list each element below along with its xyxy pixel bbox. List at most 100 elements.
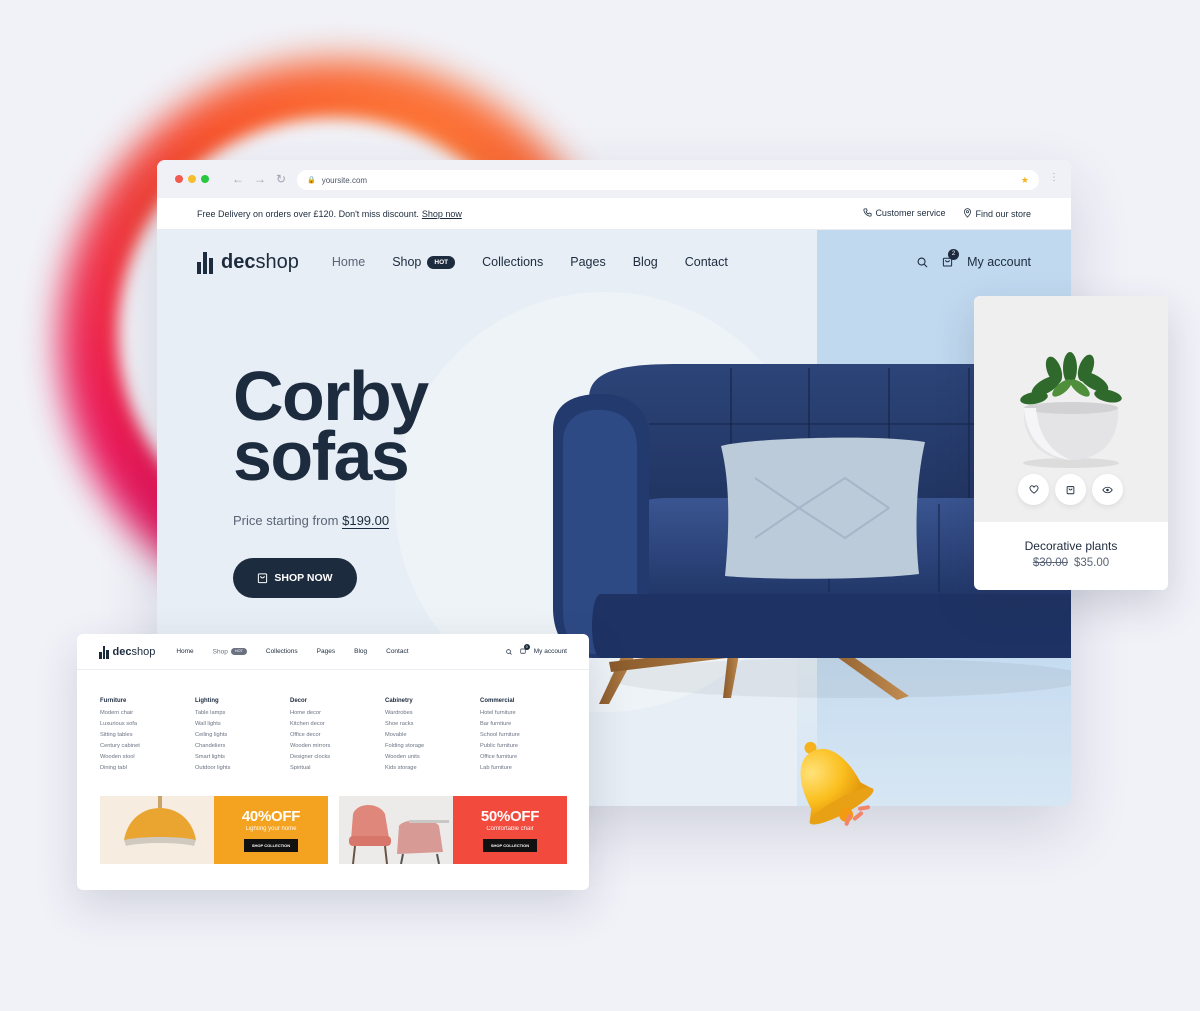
menu-column-decor: Decor Home decor Kitchen decor Office de… [290, 696, 385, 774]
menu-link[interactable]: Century cabinet [100, 741, 195, 752]
menu-link[interactable]: Sitting tables [100, 730, 195, 741]
menu-link[interactable]: Folding storage [385, 741, 480, 752]
shopping-bag-icon [1066, 485, 1075, 494]
menu-link[interactable]: Movable [385, 730, 480, 741]
menu-link[interactable]: Lab furniture [480, 763, 575, 774]
add-to-cart-button[interactable] [1055, 474, 1086, 505]
menu-link[interactable]: Chandeliers [195, 741, 290, 752]
mega-nav-collections[interactable]: Collections [266, 648, 298, 655]
menu-link[interactable]: Designer clocks [290, 752, 385, 763]
mega-cart-button[interactable]: 0 [520, 644, 530, 656]
main-navigation: decshop Home Shop HOT Collections Pages B… [197, 248, 1031, 276]
heart-icon [1028, 485, 1039, 494]
product-old-price: $30.00 [1032, 557, 1068, 569]
menu-link[interactable]: Hotel furniture [480, 708, 575, 719]
promo-headline: 50%OFF [480, 808, 540, 825]
menu-link[interactable]: Table lamps [195, 708, 290, 719]
address-bar[interactable]: 🔒 yoursite.com ★ [297, 170, 1039, 190]
menu-link[interactable]: Wooden units [385, 752, 480, 763]
cart-button[interactable]: 2 [942, 248, 960, 270]
promo-headline: 40%OFF [241, 808, 301, 825]
promo-subtitle: Lighting your home [245, 826, 297, 832]
maximize-window-dot[interactable] [201, 175, 209, 183]
shop-now-link[interactable]: Shop now [422, 209, 462, 219]
menu-link[interactable]: Wall lights [195, 719, 290, 730]
pendant-lamp-image [100, 796, 214, 864]
promo-subtitle: Comfortable chair [486, 826, 534, 832]
menu-link[interactable]: Wooden mirrors [290, 741, 385, 752]
shop-collection-button[interactable]: SHOP COLLECTION [482, 839, 538, 852]
menu-link[interactable]: Spiritual [290, 763, 385, 774]
quick-view-button[interactable] [1092, 474, 1123, 505]
mega-nav-contact[interactable]: Contact [386, 648, 408, 655]
menu-link[interactable]: Kids storage [385, 763, 480, 774]
my-account-link[interactable]: My account [967, 255, 1031, 269]
menu-link[interactable]: School furniture [480, 730, 575, 741]
menu-link[interactable]: Ceiling lights [195, 730, 290, 741]
back-arrow-icon[interactable]: ← [232, 172, 244, 186]
phone-icon [863, 208, 872, 217]
shop-now-button[interactable]: SHOP NOW [233, 558, 357, 598]
customer-service-link[interactable]: Customer service [863, 208, 945, 219]
mega-my-account-link[interactable]: My account [534, 648, 567, 655]
hero-title: Corby sofas [233, 357, 429, 495]
menu-link[interactable]: Modern chair [100, 708, 195, 719]
menu-column-commercial: Commercial Hotel furniture Bar furniture… [480, 696, 575, 774]
chair-illustration [349, 805, 449, 864]
mega-nav-shop[interactable]: Shop HOT [213, 647, 247, 655]
url-text: yoursite.com [321, 175, 368, 185]
menu-link[interactable]: Bar furniture [480, 719, 575, 730]
find-store-link[interactable]: Find our store [963, 208, 1031, 219]
hero-price: Price starting from $199.00 [233, 513, 390, 529]
nav-blog[interactable]: Blog [633, 255, 658, 269]
menu-link[interactable]: Smart lights [195, 752, 290, 763]
product-name: Decorative plants [1024, 539, 1118, 553]
menu-link[interactable]: Shoe racks [385, 719, 480, 730]
menu-link[interactable]: Wardrobes [385, 708, 480, 719]
close-window-dot[interactable] [175, 175, 183, 183]
menu-link[interactable]: Outdoor lights [195, 763, 290, 774]
menu-link[interactable]: Home decor [290, 708, 385, 719]
mega-nav-home[interactable]: Home [176, 648, 193, 655]
product-prices: $30.00 $35.00 [974, 557, 1168, 569]
eye-icon [1102, 486, 1113, 493]
promo-banner-chair[interactable]: 50%OFF Comfortable chair SHOP COLLECTION [339, 796, 567, 864]
menu-link[interactable]: Kitchen decor [290, 719, 385, 730]
notification-bell-icon [800, 741, 874, 826]
search-icon[interactable] [917, 257, 928, 268]
nav-collections[interactable]: Collections [482, 255, 543, 269]
menu-link[interactable]: Public furniture [480, 741, 575, 752]
forward-arrow-icon[interactable]: → [254, 172, 266, 186]
menu-link[interactable]: Office decor [290, 730, 385, 741]
minimize-window-dot[interactable] [188, 175, 196, 183]
menu-link[interactable]: Luxurious sofa [100, 719, 195, 730]
delivery-notice: Free Delivery on orders over £120. Don't… [197, 208, 419, 219]
announcement-bar: Free Delivery on orders over £120. Don't… [157, 198, 1071, 230]
nav-contact[interactable]: Contact [685, 255, 728, 269]
mega-menu-preview: decshop Home Shop HOT Collections Pages B… [77, 634, 589, 890]
location-pin-icon [964, 208, 972, 218]
cart-count-badge: 2 [948, 248, 960, 260]
promo-banner-lighting[interactable]: 40%OFF Lighting your home SHOP COLLECTIO… [100, 796, 328, 864]
nav-pages[interactable]: Pages [570, 255, 605, 269]
site-logo[interactable]: decshop [197, 250, 299, 274]
wishlist-button[interactable] [1018, 474, 1049, 505]
mega-nav-pages[interactable]: Pages [317, 648, 335, 655]
shop-collection-button[interactable]: SHOP COLLECTION [243, 839, 299, 852]
menu-link[interactable]: Dining tabl [100, 763, 195, 774]
mega-nav-blog[interactable]: Blog [354, 648, 367, 655]
browser-menu-icon[interactable]: ⋮ [1049, 173, 1059, 183]
logo-bars-icon [197, 250, 213, 274]
mega-site-logo[interactable]: decshop [99, 645, 155, 659]
bookmark-star-icon[interactable]: ★ [1021, 175, 1029, 186]
menu-link[interactable]: Office furniture [480, 752, 575, 763]
lamp-illustration [124, 796, 196, 846]
product-price: $35.00 [1074, 557, 1110, 569]
product-card[interactable]: Decorative plants $30.00 $35.00 [974, 296, 1168, 590]
nav-home[interactable]: Home [332, 255, 365, 269]
nav-shop[interactable]: Shop HOT [392, 255, 456, 269]
search-icon[interactable] [506, 648, 512, 655]
menu-link[interactable]: Wooden stool [100, 752, 195, 763]
menu-column-cabinetry: Cabinetry Wardrobes Shoe racks Movable F… [385, 696, 480, 774]
reload-icon[interactable]: ↻ [276, 172, 286, 186]
